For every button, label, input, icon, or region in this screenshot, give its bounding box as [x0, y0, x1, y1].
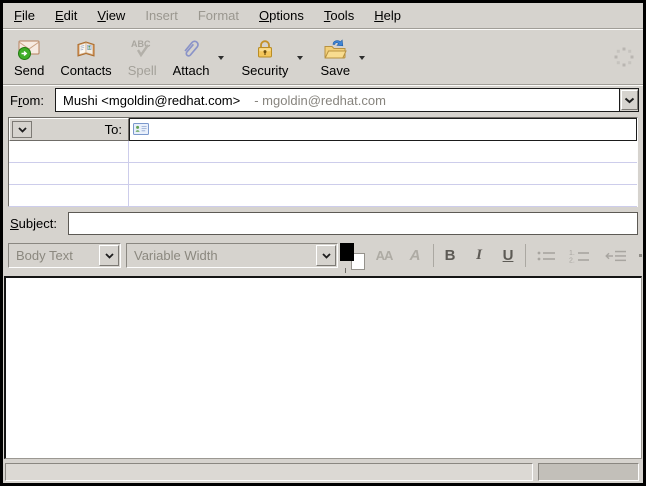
menu-separator [3, 28, 643, 30]
spell-check-icon: ABC [128, 36, 156, 62]
paragraph-style-select[interactable]: Body Text [8, 243, 121, 268]
addressing-empty-row[interactable] [9, 185, 129, 207]
save-dropdown-arrow[interactable] [359, 56, 365, 60]
menu-bar: File Edit View Insert Format Options Too… [3, 3, 643, 28]
svg-text:2.: 2. [569, 257, 575, 264]
status-message [5, 463, 533, 481]
svg-text:ABC: ABC [131, 39, 151, 49]
save-icon [322, 36, 348, 62]
format-separator [433, 244, 434, 267]
addressing-empty-row[interactable] [9, 163, 129, 185]
paragraph-style-value: Body Text [9, 244, 98, 267]
addressing-empty-row[interactable] [129, 185, 637, 207]
menu-item-file[interactable]: File [4, 5, 45, 26]
chevron-down-icon [105, 253, 114, 259]
spell-button: ABC Spell [121, 34, 164, 79]
save-label: Save [320, 63, 350, 78]
send-icon [16, 36, 42, 62]
main-toolbar: Send [3, 31, 643, 84]
format-separator [525, 244, 526, 267]
send-label: Send [14, 63, 44, 78]
attach-button[interactable]: Attach [166, 34, 217, 79]
from-label: From: [10, 93, 44, 108]
recipient-type-dropdown[interactable] [12, 121, 32, 138]
addressing-grid: To: [8, 117, 638, 207]
send-button[interactable]: Send [7, 34, 51, 79]
svg-text:1.: 1. [569, 250, 575, 257]
attach-label: Attach [173, 63, 210, 78]
format-toolbar: Body Text Variable Width AA A [3, 240, 643, 272]
numbered-list-button: 1. 2. [564, 243, 596, 268]
outdent-icon [604, 248, 628, 264]
bold-button[interactable]: B [437, 243, 463, 268]
from-row: From: Mushi <mgoldin@redhat.com> - mgold… [3, 86, 643, 114]
bulleted-list-button [532, 243, 562, 268]
recipient-type-label: To: [36, 122, 124, 137]
bulleted-list-icon [535, 248, 559, 264]
security-button[interactable]: Security [234, 34, 295, 79]
security-label: Security [241, 63, 288, 78]
underline-button[interactable]: U [495, 243, 521, 268]
font-color-picker[interactable] [340, 243, 366, 270]
subject-input[interactable] [68, 212, 638, 235]
address-card-icon [133, 123, 150, 136]
from-dropdown-button[interactable] [619, 89, 638, 111]
decrease-font-button: AA [369, 243, 399, 268]
from-identity-select[interactable]: Mushi <mgoldin@redhat.com> - mgoldin@red… [55, 88, 639, 112]
foreground-color-swatch [340, 243, 354, 261]
from-identity-value: Mushi <mgoldin@redhat.com> [63, 93, 240, 108]
chevron-down-icon [322, 253, 331, 259]
menu-item-view[interactable]: View [87, 5, 135, 26]
message-body-editor[interactable] [4, 276, 642, 459]
from-identity-hint: - mgoldin@redhat.com [254, 93, 386, 108]
subject-row: Subject: [3, 210, 643, 238]
compose-window: File Edit View Insert Format Options Too… [0, 0, 646, 486]
chevron-down-icon [18, 127, 27, 133]
contacts-button[interactable]: Contacts [53, 34, 118, 79]
attach-dropdown-arrow[interactable] [218, 56, 224, 60]
font-dropdown[interactable] [316, 245, 336, 266]
paragraph-style-dropdown[interactable] [99, 245, 119, 266]
increase-font-button: A [401, 243, 429, 268]
subject-label: Subject: [10, 216, 57, 231]
activity-spinner-icon [611, 44, 637, 75]
addressing-empty-row[interactable] [129, 141, 637, 163]
font-select[interactable]: Variable Width [126, 243, 338, 268]
spell-label: Spell [128, 63, 157, 78]
window-content: File Edit View Insert Format Options Too… [3, 3, 643, 483]
menu-item-help[interactable]: Help [364, 5, 411, 26]
security-lock-icon [252, 36, 278, 62]
font-value: Variable Width [127, 244, 315, 267]
save-button[interactable]: Save [313, 34, 357, 79]
progress-indicator [538, 463, 639, 481]
recipient-type-button[interactable]: To: [9, 118, 129, 141]
menu-item-edit[interactable]: Edit [45, 5, 87, 26]
menu-item-options[interactable]: Options [249, 5, 314, 26]
security-dropdown-arrow[interactable] [297, 56, 303, 60]
addressing-empty-row[interactable] [9, 141, 129, 163]
contacts-icon [73, 36, 99, 62]
outdent-button [600, 243, 632, 268]
status-bar [3, 462, 643, 483]
contacts-label: Contacts [60, 63, 111, 78]
indent-button [639, 254, 642, 257]
color-picker-tick [345, 268, 346, 273]
menu-item-insert: Insert [135, 5, 188, 26]
attach-icon [178, 36, 204, 62]
italic-button[interactable]: I [467, 243, 491, 268]
addressing-empty-row[interactable] [129, 163, 637, 185]
numbered-list-icon: 1. 2. [567, 248, 593, 264]
recipient-input[interactable] [129, 118, 637, 141]
menu-item-format: Format [188, 5, 249, 26]
chevron-down-icon [624, 97, 635, 104]
menu-item-tools[interactable]: Tools [314, 5, 364, 26]
